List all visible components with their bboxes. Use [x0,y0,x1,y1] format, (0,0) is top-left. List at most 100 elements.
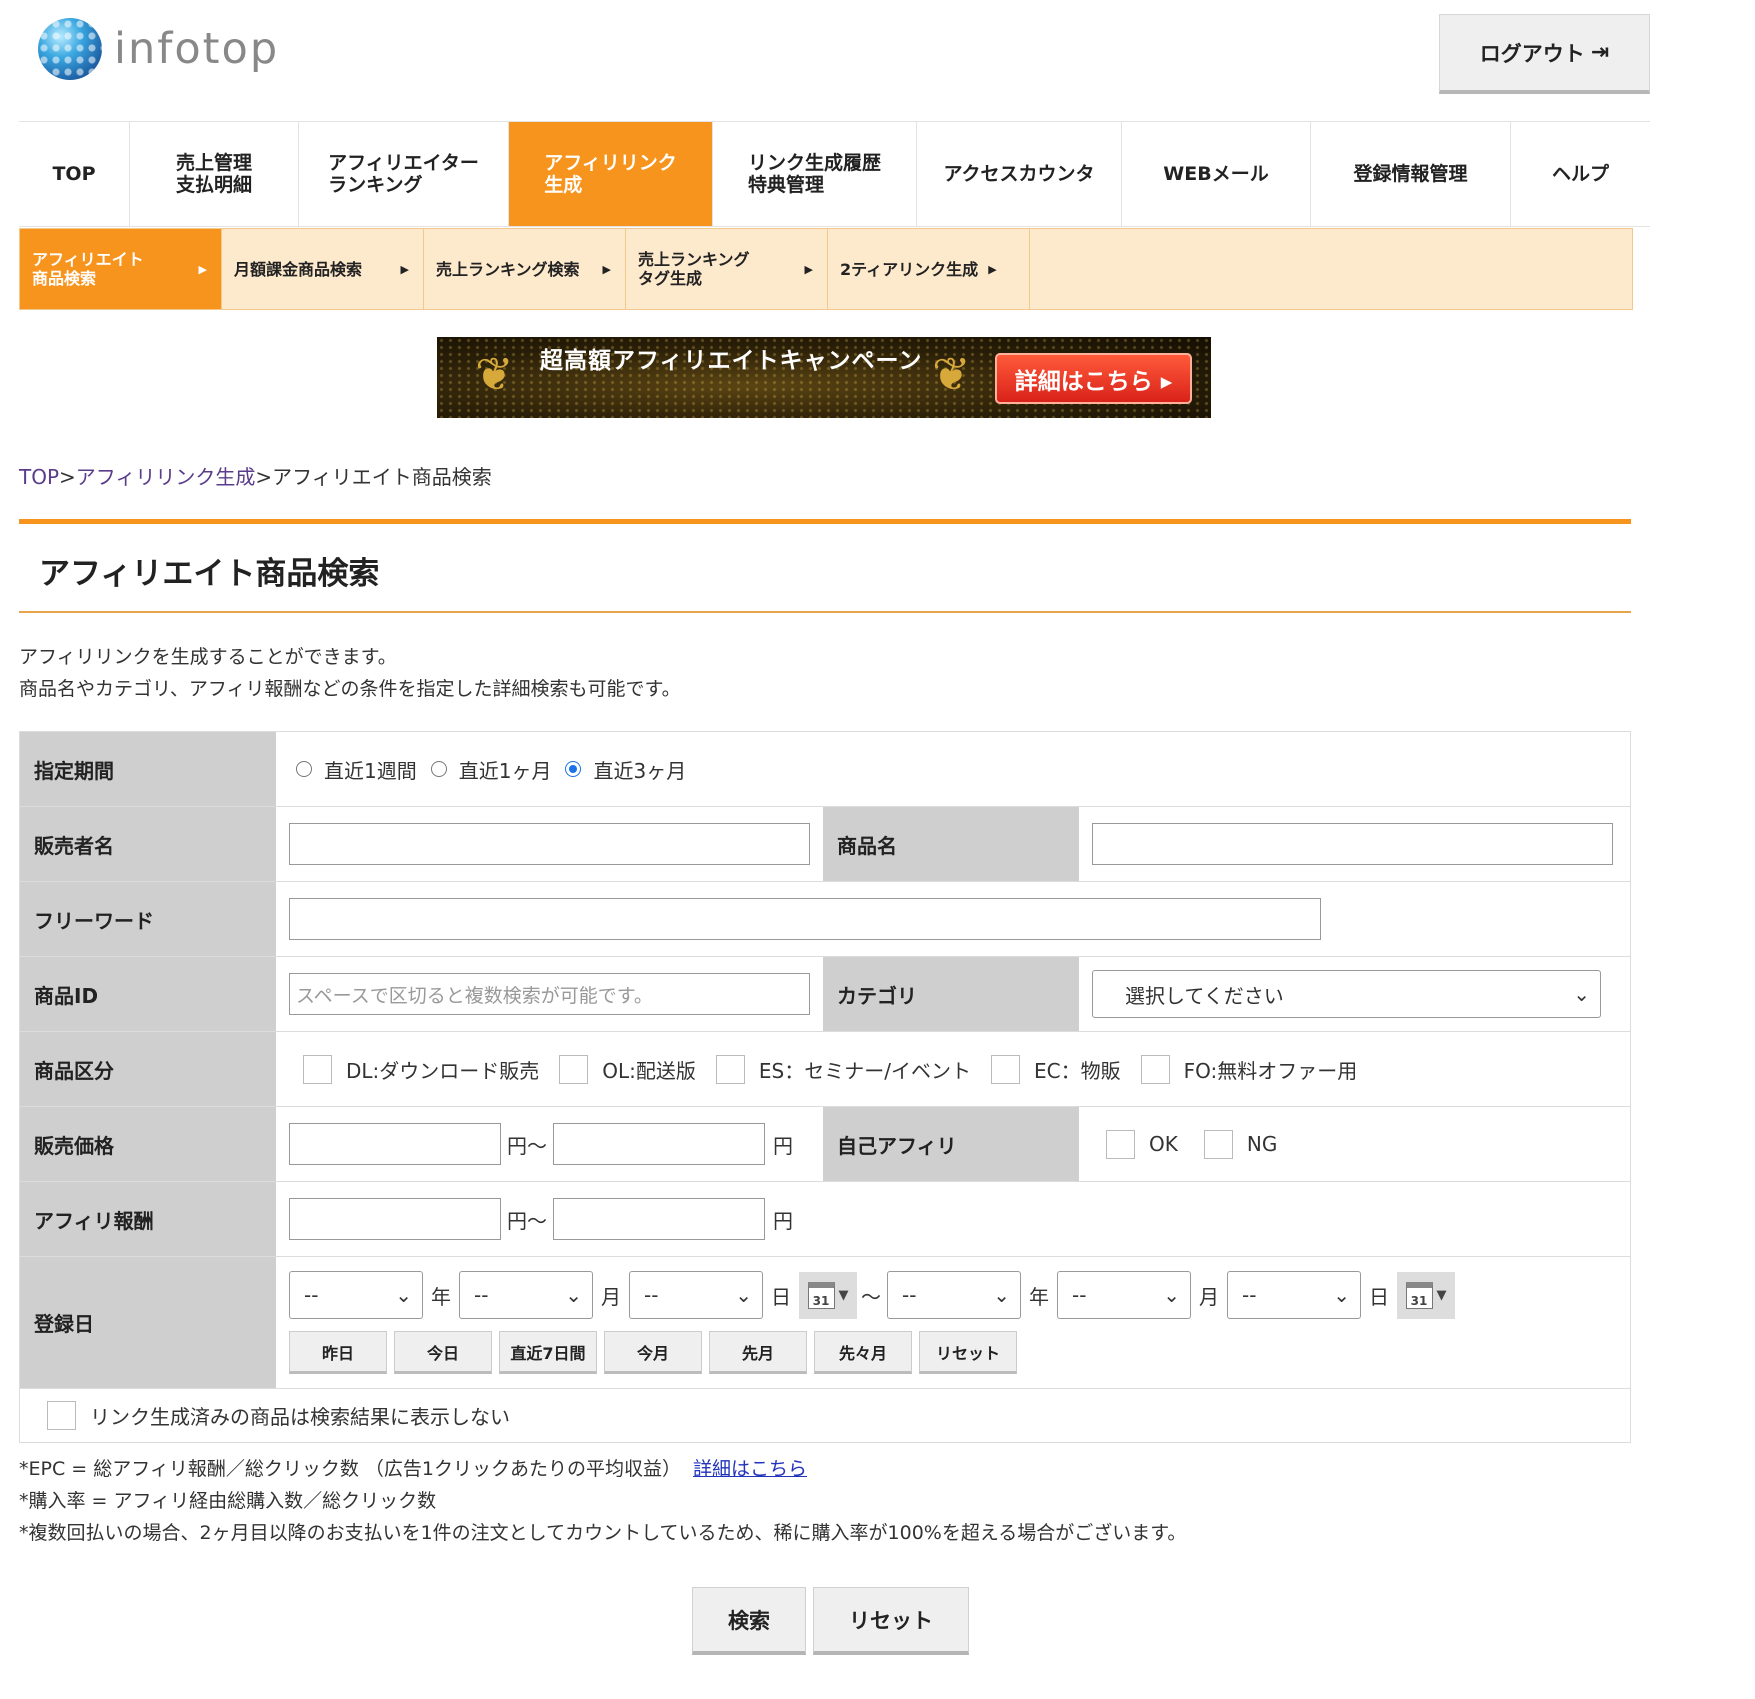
search-button[interactable]: 検索 [692,1587,806,1655]
nav-item-access-counter[interactable]: アクセスカウンタ [917,122,1122,226]
quick-last7days-button[interactable]: 直近7日間 [499,1331,597,1374]
subnav-item-monthly-search[interactable]: 月額課金商品検索 ▶ [222,229,424,309]
nav-item-ranking[interactable]: アフィリエイター ランキング [299,122,509,226]
calendar-from-button[interactable]: 31 ▼ [799,1271,857,1319]
quick-yesterday-button[interactable]: 昨日 [289,1331,387,1374]
quick-two-months-ago-button[interactable]: 先々月 [814,1331,912,1374]
reset-button[interactable]: リセット [813,1587,969,1655]
epc-details-link[interactable]: 詳細はこちら [693,1458,807,1480]
radio-1week[interactable] [296,761,312,777]
product-name-input[interactable] [1092,823,1613,865]
arrow-right-icon: ▶ [198,262,207,276]
checkbox-ol[interactable] [559,1054,589,1084]
product-id-input[interactable]: スペースで区切ると複数検索が可能です。 [289,973,810,1015]
chevron-down-icon: ⌄ [993,1283,1010,1307]
reward-from-input[interactable] [289,1198,501,1240]
unit-day: 日 [771,1284,791,1309]
exclude-label: リンク生成済みの商品は検索結果に表示しない [90,1405,510,1429]
from-day-select[interactable]: -- ⌄ [629,1271,763,1319]
checkbox-ec[interactable] [990,1054,1020,1084]
category-select[interactable]: 選択してください ⌄ [1092,970,1601,1018]
chevron-down-icon: ⌄ [565,1283,582,1307]
price-cell: 円〜 円 [276,1107,823,1181]
range-tilde: 〜 [861,1284,881,1309]
nav-item-link-generate[interactable]: アフィリリンク 生成 [509,122,713,226]
price-from-input[interactable] [289,1123,501,1165]
note-epc-text: *EPC = 総アフィリ報酬／総クリック数 （広告1クリックあたりの平均収益） [19,1458,681,1480]
logo-globe-icon [38,18,102,80]
category-cell: 選択してください ⌄ [1079,957,1601,1031]
nav-item-sales[interactable]: 売上管理 支払明細 [130,122,299,226]
checkbox-self-ok[interactable] [1106,1129,1135,1159]
nav-item-help[interactable]: ヘルプ [1511,122,1650,226]
checkbox-label: EC：物販 [1033,1058,1121,1083]
radio-3month[interactable] [565,761,582,777]
nav-label: ヘルプ [1551,163,1609,185]
logout-button[interactable]: ログアウト ⇥ [1439,14,1650,94]
nav-item-link-history[interactable]: リンク生成履歴 特典管理 [713,122,917,226]
title-rule-top [19,519,1631,524]
quick-this-month-button[interactable]: 今月 [604,1331,702,1374]
subnav-item-2tier[interactable]: 2ティアリンク生成 ▶ [828,229,1030,309]
radio-1month[interactable] [430,761,447,777]
banner-title: 超高額アフィリエイトキャンペーン [540,348,923,374]
to-year-select[interactable]: -- ⌄ [887,1271,1021,1319]
self-affiliate-options: OK NG [1079,1107,1277,1181]
price-to-input[interactable] [553,1123,765,1165]
free-word-cell [276,882,1321,956]
seller-cell [276,807,823,881]
quick-today-button[interactable]: 今日 [394,1331,492,1374]
ornament-icon: ❦ [475,347,514,401]
infotop-logo[interactable]: infotop [38,18,279,80]
nav-item-account[interactable]: 登録情報管理 [1311,122,1511,226]
free-word-input[interactable] [289,898,1321,940]
nav-label: アフィリリンク 生成 [544,152,677,196]
label-reg-date: 登録日 [20,1257,276,1388]
description-line: アフィリリンクを生成することができます。 [19,646,397,668]
chevron-down-icon: ⌄ [735,1283,752,1307]
category-selected: 選択してください [1125,983,1284,1008]
calendar-icon: 31 [807,1281,835,1309]
reg-date-selects: -- ⌄ 年 -- ⌄ 月 -- ⌄ 日 31 ▼ 〜 -- ⌄ 年 -- ⌄ 月 -- ⌄ … [289,1271,1455,1319]
quick-reset-button[interactable]: リセット [919,1331,1017,1374]
checkbox-exclude-generated[interactable] [47,1401,76,1430]
seller-input[interactable] [289,823,810,865]
select-value: -- [1072,1283,1087,1307]
from-year-select[interactable]: -- ⌄ [289,1271,423,1319]
subnav-item-ranking-tag[interactable]: 売上ランキング タグ生成 ▶ [626,229,828,309]
breadcrumb-top-link[interactable]: TOP [19,465,59,489]
page-title: アフィリエイト商品検索 [39,556,380,592]
reward-to-input[interactable] [553,1198,765,1240]
unit-month: 月 [601,1284,621,1309]
main-nav: TOP 売上管理 支払明細 アフィリエイター ランキング アフィリリンク 生成 … [19,121,1650,227]
checkbox-es[interactable] [715,1054,745,1084]
breadcrumb-link-generate[interactable]: アフィリリンク生成 [76,465,256,489]
nav-label: リンク生成履歴 特典管理 [747,152,881,196]
checkbox-self-ng[interactable] [1203,1129,1233,1159]
radio-label: 直近1ヶ月 [458,758,552,783]
subnav-item-affiliate-search[interactable]: アフィリエイト 商品検索 ▶ [20,229,222,309]
subnav-label: 売上ランキング タグ生成 [638,250,750,288]
from-month-select[interactable]: -- ⌄ [459,1271,593,1319]
nav-label: 売上管理 支払明細 [175,152,252,196]
arrow-right-icon: ▶ [804,262,813,276]
to-month-select[interactable]: -- ⌄ [1057,1271,1191,1319]
banner-details-button[interactable]: 詳細はこちら ▸ [995,353,1192,404]
quick-last-month-button[interactable]: 先月 [709,1331,807,1374]
label-product-name: 商品名 [823,807,1079,881]
period-options: 直近1週間 直近1ヶ月 直近3ヶ月 [276,732,686,806]
row-exclude: リンク生成済みの商品は検索結果に表示しない [20,1389,1630,1442]
nav-item-webmail[interactable]: WEBメール [1122,122,1311,226]
subnav-label: 2ティアリンク生成 [840,259,979,279]
sub-nav: アフィリエイト 商品検索 ▶ 月額課金商品検索 ▶ 売上ランキング検索 ▶ 売上ランキ… [19,228,1633,310]
calendar-to-button[interactable]: 31 ▼ [1397,1271,1455,1319]
to-day-select[interactable]: -- ⌄ [1227,1271,1361,1319]
checkbox-dl[interactable] [303,1054,332,1084]
checkbox-fo[interactable] [1140,1054,1170,1084]
nav-item-top[interactable]: TOP [19,122,130,226]
campaign-banner[interactable]: ❦ ❦ 超高額アフィリエイトキャンペーン 詳細はこちら ▸ [437,337,1211,418]
select-value: -- [474,1283,489,1307]
subnav-item-ranking-search[interactable]: 売上ランキング検索 ▶ [424,229,626,309]
select-value: -- [304,1283,319,1307]
reward-cell: 円〜 円 [276,1182,793,1256]
